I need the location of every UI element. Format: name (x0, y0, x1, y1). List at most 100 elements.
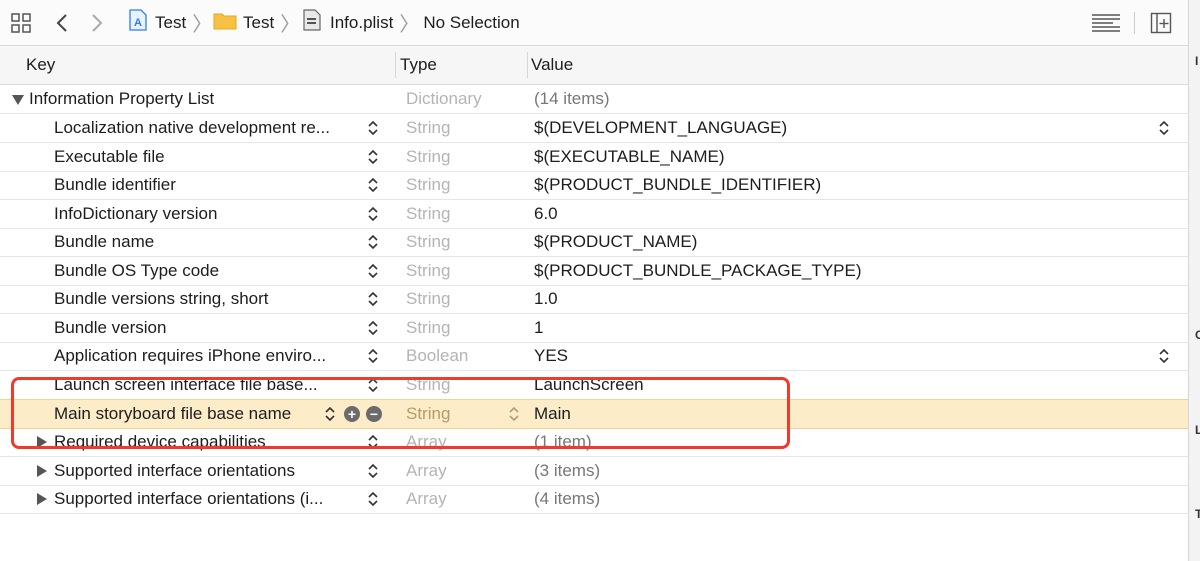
breadcrumb-file[interactable]: Info.plist 〉 No Selection (302, 0, 520, 45)
row-value[interactable]: 6.0 (534, 200, 558, 228)
column-key[interactable]: Key (26, 46, 55, 84)
key-stepper-icon[interactable] (367, 432, 379, 452)
row-key[interactable]: Application requires iPhone enviro... (54, 342, 326, 370)
plist-row[interactable]: Bundle version String 1 (0, 314, 1188, 343)
row-key[interactable]: Supported interface orientations (i... (54, 485, 323, 513)
chevron-right-icon: 〉 (399, 14, 420, 36)
key-stepper-icon[interactable] (367, 375, 379, 395)
key-stepper-icon[interactable] (367, 489, 379, 509)
row-key[interactable]: Main storyboard file base name (54, 400, 291, 428)
row-key[interactable]: Information Property List (29, 85, 214, 113)
plist-row-root[interactable]: Information Property List Dictionary (14… (0, 85, 1188, 114)
related-items-icon[interactable] (10, 0, 32, 45)
row-key[interactable]: Localization native development re... (54, 114, 330, 142)
row-type[interactable]: String (406, 400, 450, 428)
plist-file-icon (302, 8, 322, 37)
plist-row[interactable]: Bundle OS Type code String $(PRODUCT_BUN… (0, 257, 1188, 286)
row-value[interactable]: $(DEVELOPMENT_LANGUAGE) (534, 114, 787, 142)
row-value[interactable]: $(EXECUTABLE_NAME) (534, 143, 725, 171)
row-key[interactable]: Bundle versions string, short (54, 285, 269, 313)
inspector-edge: I C L T (1188, 0, 1200, 561)
breadcrumb-project[interactable]: A Test 〉 (127, 0, 212, 45)
add-row-plus-icon[interactable]: + (344, 406, 360, 422)
row-value[interactable]: 1 (534, 314, 543, 342)
chevron-right-icon: 〉 (280, 14, 301, 36)
row-key[interactable]: Launch screen interface file base... (54, 371, 318, 399)
key-stepper-icon[interactable] (367, 461, 379, 481)
row-key[interactable]: Bundle OS Type code (54, 257, 219, 285)
type-popup-stepper-icon[interactable] (508, 404, 520, 424)
row-value: (3 items) (534, 461, 601, 480)
key-stepper-icon[interactable] (367, 289, 379, 309)
plist-row-selected[interactable]: Main storyboard file base name + − Strin… (0, 399, 1188, 429)
row-value: (14 items) (534, 89, 610, 108)
row-key[interactable]: Bundle version (54, 314, 166, 342)
row-value[interactable]: $(PRODUCT_NAME) (534, 228, 697, 256)
value-popup-stepper-icon[interactable] (1158, 346, 1170, 366)
row-key[interactable]: Executable file (54, 143, 165, 171)
column-value[interactable]: Value (531, 46, 573, 84)
row-value[interactable]: YES (534, 342, 568, 370)
plist-row[interactable]: Launch screen interface file base... Str… (0, 371, 1188, 400)
row-type: String (406, 232, 451, 251)
row-type: Array (406, 461, 447, 480)
breadcrumb-label: Info.plist (330, 12, 394, 32)
key-stepper-icon[interactable] (367, 175, 379, 195)
disclosure-triangle-down-icon[interactable] (12, 95, 24, 105)
disclosure-triangle-right-icon[interactable] (37, 436, 47, 448)
breadcrumb-selection[interactable]: No Selection (423, 13, 519, 33)
disclosure-triangle-right-icon[interactable] (37, 493, 47, 505)
row-key[interactable]: Bundle identifier (54, 171, 176, 199)
plist-row[interactable]: Executable file String $(EXECUTABLE_NAME… (0, 143, 1188, 172)
row-type: String (406, 118, 451, 137)
plist-row[interactable]: Application requires iPhone enviro... Bo… (0, 342, 1188, 371)
key-stepper-icon[interactable] (367, 232, 379, 252)
inspector-letter: C (1195, 328, 1200, 342)
row-key[interactable]: Required device capabilities (54, 428, 266, 456)
key-stepper-icon[interactable] (367, 204, 379, 224)
breadcrumb-folder[interactable]: Test 〉 (213, 0, 300, 45)
add-editor-icon[interactable] (1150, 0, 1172, 45)
row-type: String (406, 375, 451, 394)
plist-row[interactable]: InfoDictionary version String 6.0 (0, 200, 1188, 229)
plist-row[interactable]: Bundle versions string, short String 1.0 (0, 285, 1188, 314)
key-stepper-icon[interactable] (367, 147, 379, 167)
inspector-letter: T (1195, 507, 1200, 521)
plist-row[interactable]: Bundle name String $(PRODUCT_NAME) (0, 228, 1188, 257)
plist-row[interactable]: Supported interface orientations Array (… (0, 457, 1188, 486)
jump-bar: A Test 〉 Test 〉 Info.plist 〉 No Selectio… (0, 0, 1188, 46)
plist-row[interactable]: Localization native development re... St… (0, 114, 1188, 143)
row-type: String (406, 204, 451, 223)
row-value[interactable]: 1.0 (534, 285, 558, 313)
plist-row[interactable]: Required device capabilities Array (1 it… (0, 428, 1188, 457)
plist-row[interactable]: Supported interface orientations (i... A… (0, 485, 1188, 514)
column-divider[interactable] (527, 52, 528, 78)
row-type: Array (406, 489, 447, 508)
disclosure-triangle-right-icon[interactable] (37, 465, 47, 477)
document-items-icon[interactable] (1091, 0, 1121, 45)
row-value[interactable]: LaunchScreen (534, 371, 644, 399)
row-value[interactable]: Main (534, 400, 571, 428)
row-value[interactable]: $(PRODUCT_BUNDLE_IDENTIFIER) (534, 171, 821, 199)
value-popup-stepper-icon[interactable] (1158, 118, 1170, 138)
key-stepper-icon[interactable] (367, 318, 379, 338)
row-key[interactable]: Bundle name (54, 228, 154, 256)
column-type[interactable]: Type (400, 46, 437, 84)
remove-row-minus-icon[interactable]: − (366, 406, 382, 422)
divider (1134, 0, 1135, 45)
row-value[interactable]: $(PRODUCT_BUNDLE_PACKAGE_TYPE) (534, 257, 862, 285)
key-stepper-icon[interactable] (367, 261, 379, 281)
row-key[interactable]: Supported interface orientations (54, 457, 295, 485)
key-stepper-icon[interactable] (367, 346, 379, 366)
back-arrow-icon[interactable] (55, 0, 69, 45)
forward-arrow-icon[interactable] (90, 0, 104, 45)
plist-row[interactable]: Bundle identifier String $(PRODUCT_BUNDL… (0, 171, 1188, 200)
key-stepper-icon[interactable] (324, 404, 336, 424)
column-divider[interactable] (395, 52, 396, 78)
svg-text:A: A (134, 17, 142, 29)
row-value: (4 items) (534, 489, 601, 508)
row-type: String (406, 147, 451, 166)
row-type: Boolean (406, 346, 469, 365)
row-key[interactable]: InfoDictionary version (54, 200, 217, 228)
key-stepper-icon[interactable] (367, 118, 379, 138)
